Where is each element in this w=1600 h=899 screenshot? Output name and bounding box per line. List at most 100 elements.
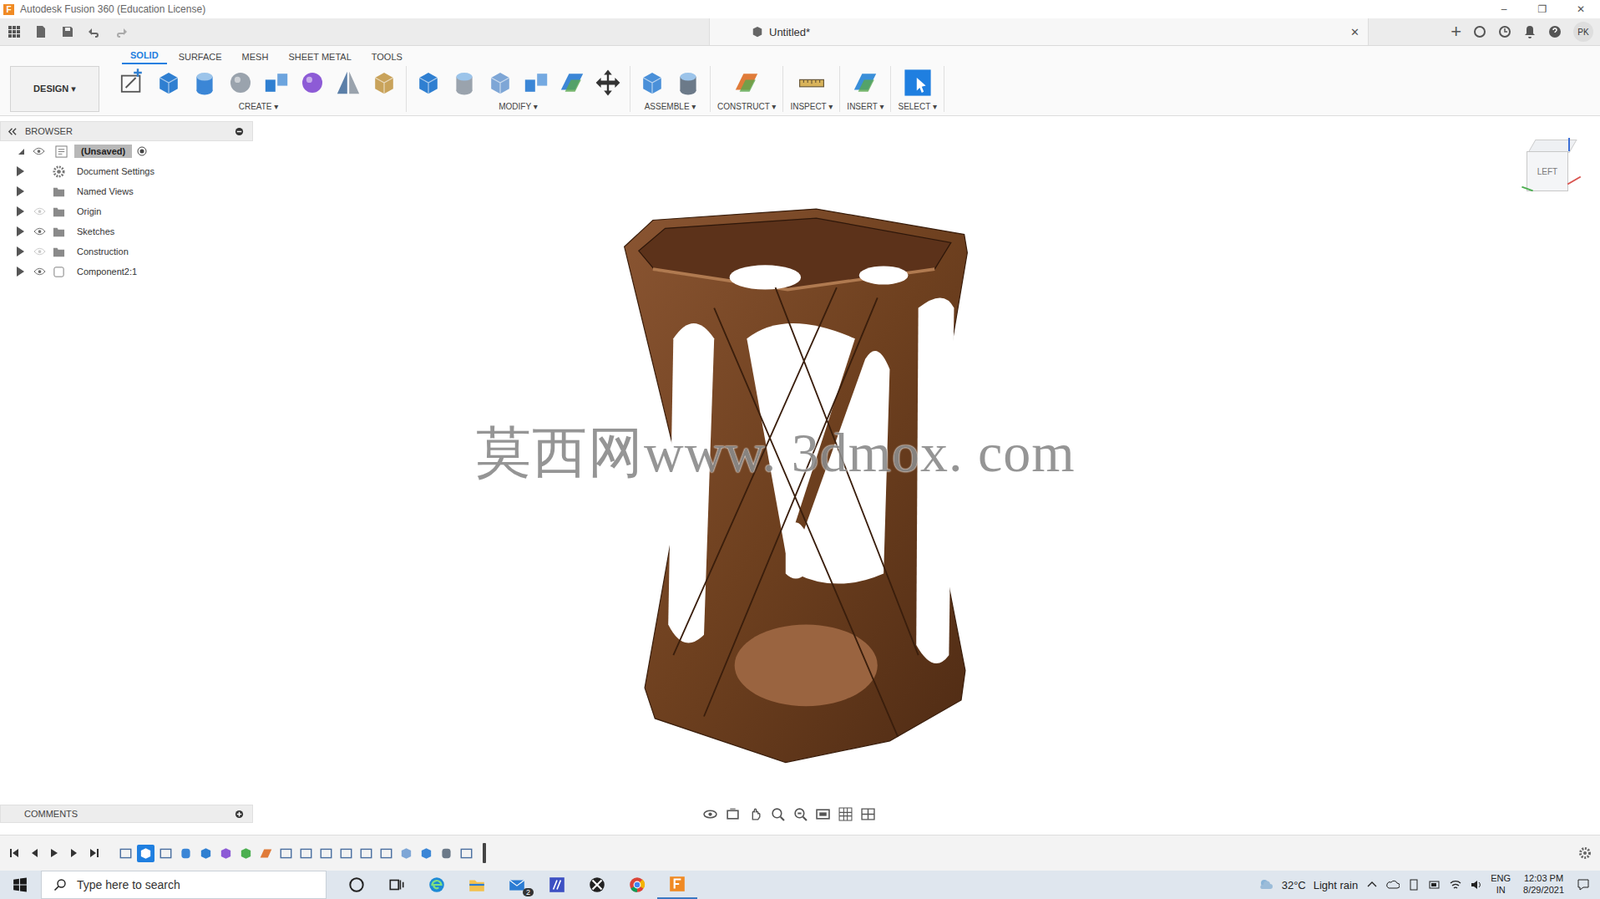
timeline-feature[interactable] bbox=[177, 844, 195, 862]
ribbon-group-label[interactable]: INSPECT ▾ bbox=[789, 101, 833, 112]
expand-icon[interactable] bbox=[16, 226, 25, 237]
eye-icon[interactable] bbox=[33, 247, 46, 256]
notification-center-icon[interactable] bbox=[1576, 877, 1590, 892]
wifi-icon[interactable] bbox=[1448, 877, 1463, 892]
language-indicator[interactable]: ENGIN bbox=[1490, 872, 1511, 897]
expand-icon[interactable] bbox=[16, 246, 25, 257]
eye-icon[interactable] bbox=[33, 267, 46, 276]
timeline-feature[interactable] bbox=[357, 844, 375, 862]
plane-icon[interactable] bbox=[731, 67, 762, 98]
play-icon[interactable] bbox=[48, 846, 61, 859]
window-control[interactable]: ❐ bbox=[1523, 3, 1562, 16]
collapse-icon[interactable] bbox=[7, 126, 17, 137]
ribbon-tab[interactable]: TOOLS bbox=[363, 50, 411, 65]
sketch-icon[interactable] bbox=[117, 67, 148, 98]
timeline-feature[interactable] bbox=[437, 844, 456, 862]
canvas[interactable]: 莫西网www. 3dmox. comBROWSER(Unsaved)Docume… bbox=[0, 116, 1600, 835]
timeline-feature[interactable] bbox=[237, 844, 255, 862]
extrude-icon[interactable] bbox=[153, 67, 184, 98]
timeline-feature[interactable] bbox=[417, 844, 436, 862]
select-icon[interactable] bbox=[902, 67, 933, 98]
task-view-icon[interactable] bbox=[387, 875, 406, 894]
step-forward-icon[interactable] bbox=[68, 846, 81, 859]
viewports-icon[interactable] bbox=[860, 806, 876, 821]
browser-header[interactable]: BROWSER bbox=[0, 121, 254, 142]
workspace-dropdown[interactable]: DESIGN ▾ bbox=[10, 65, 100, 112]
mirror-icon[interactable] bbox=[333, 67, 364, 98]
expand-icon[interactable] bbox=[18, 148, 25, 155]
move-icon[interactable] bbox=[592, 67, 623, 98]
gear-icon[interactable] bbox=[1578, 845, 1592, 860]
component-icon[interactable] bbox=[637, 67, 668, 98]
windows-start-icon[interactable] bbox=[12, 876, 28, 892]
pattern-icon[interactable] bbox=[261, 67, 292, 98]
mail-app[interactable]: 2 bbox=[496, 875, 537, 894]
display-settings-icon[interactable] bbox=[815, 806, 831, 821]
tree-root[interactable]: (Unsaved) bbox=[0, 141, 254, 162]
eye-icon[interactable] bbox=[32, 146, 46, 156]
step-back-icon[interactable] bbox=[28, 846, 41, 859]
window-control[interactable]: ✕ bbox=[1561, 3, 1600, 16]
comments-panel[interactable]: COMMENTS bbox=[0, 804, 254, 823]
eye-icon[interactable] bbox=[33, 207, 46, 216]
minimize-panel-icon[interactable] bbox=[234, 126, 244, 137]
combine-icon[interactable] bbox=[521, 67, 552, 98]
tree-item[interactable]: Component2:1 bbox=[0, 261, 254, 282]
look-at-icon[interactable] bbox=[725, 806, 740, 821]
timeline-feature[interactable] bbox=[156, 844, 175, 862]
shell-icon[interactable] bbox=[485, 67, 516, 98]
device-icon[interactable] bbox=[1407, 877, 1421, 892]
close-tab-button[interactable]: ✕ bbox=[1350, 25, 1360, 39]
viewcube-face[interactable]: LEFT bbox=[1526, 151, 1569, 192]
decal-icon[interactable] bbox=[369, 67, 400, 98]
grid-icon[interactable] bbox=[838, 806, 853, 821]
vase-model[interactable] bbox=[612, 195, 980, 778]
tree-item[interactable]: Named Views bbox=[0, 181, 254, 202]
file-explorer-icon[interactable] bbox=[467, 875, 487, 894]
edge-icon[interactable] bbox=[427, 875, 446, 894]
timeline-feature[interactable] bbox=[257, 844, 275, 862]
timeline-feature[interactable] bbox=[277, 844, 295, 862]
chrome-icon[interactable] bbox=[627, 875, 647, 894]
ribbon-group-label[interactable]: INSERT ▾ bbox=[846, 101, 884, 112]
timeline-feature[interactable] bbox=[317, 844, 335, 862]
ribbon-group-label[interactable]: SELECT ▾ bbox=[897, 101, 937, 112]
volume-icon[interactable] bbox=[1469, 877, 1484, 892]
ribbon-tab[interactable]: MESH bbox=[233, 50, 278, 65]
data-panel-grid-icon[interactable] bbox=[7, 25, 21, 39]
fillet-icon[interactable] bbox=[449, 67, 480, 98]
revolve-icon[interactable] bbox=[189, 67, 220, 98]
form-icon[interactable] bbox=[297, 67, 328, 98]
tree-item[interactable]: Origin bbox=[0, 201, 254, 222]
ribbon-group-label[interactable]: ASSEMBLE ▾ bbox=[644, 101, 697, 112]
ribbon-tab[interactable]: SURFACE bbox=[170, 50, 231, 65]
taskbar-search[interactable]: Type here to search bbox=[40, 870, 327, 899]
activate-icon[interactable] bbox=[136, 146, 147, 157]
window-control[interactable]: – bbox=[1484, 3, 1524, 16]
hole-icon[interactable] bbox=[225, 67, 256, 98]
timeline-feature[interactable] bbox=[136, 844, 155, 862]
undo-icon[interactable] bbox=[87, 25, 102, 39]
document-tab[interactable]: Untitled*✕ bbox=[708, 18, 1369, 46]
expand-icon[interactable] bbox=[16, 266, 25, 277]
joint-icon[interactable] bbox=[673, 67, 704, 98]
go-to-start-icon[interactable] bbox=[8, 846, 21, 859]
go-to-end-icon[interactable] bbox=[88, 846, 101, 859]
timeline-feature[interactable] bbox=[397, 844, 416, 862]
timeline-feature[interactable] bbox=[197, 844, 215, 862]
pan-icon[interactable] bbox=[748, 806, 763, 821]
offset-icon[interactable] bbox=[556, 67, 588, 98]
timeline-feature[interactable] bbox=[457, 844, 476, 862]
cortana-icon[interactable] bbox=[347, 875, 366, 894]
extensions-icon[interactable] bbox=[1473, 25, 1487, 39]
eye-icon[interactable] bbox=[33, 227, 46, 236]
fusion-taskbar-app[interactable] bbox=[657, 870, 698, 899]
timeline-feature[interactable] bbox=[217, 844, 235, 862]
add-comment-icon[interactable] bbox=[234, 809, 244, 819]
weather-icon[interactable] bbox=[1257, 875, 1275, 893]
battery-icon[interactable] bbox=[1427, 877, 1442, 892]
clock[interactable]: 12:03 PM8/29/2021 bbox=[1523, 872, 1565, 897]
onedrive-icon[interactable] bbox=[1386, 877, 1400, 892]
zoom-icon[interactable] bbox=[770, 806, 785, 821]
weather-temp[interactable]: 32°C bbox=[1281, 878, 1307, 892]
